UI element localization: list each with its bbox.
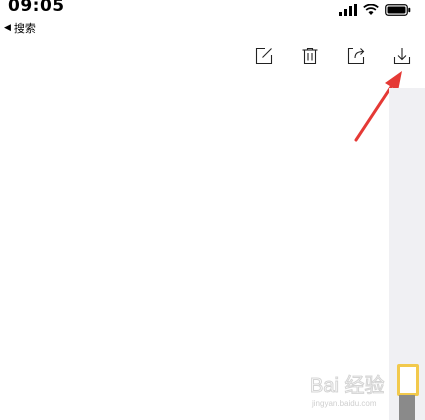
back-triangle-icon: ◀	[4, 23, 11, 33]
edit-icon	[255, 47, 273, 65]
toolbar	[0, 44, 425, 72]
trash-icon	[302, 47, 318, 65]
signal-icon	[339, 4, 357, 16]
scroll-thumb[interactable]	[397, 364, 419, 396]
edit-button[interactable]	[252, 44, 276, 68]
share-icon	[347, 47, 365, 65]
share-button[interactable]	[344, 44, 368, 68]
wifi-icon	[363, 4, 379, 15]
battery-icon	[385, 4, 411, 16]
status-icons	[339, 4, 411, 16]
status-bar: 09:05 ◀ 搜索	[0, 0, 425, 40]
watermark-text: Bai 经验	[310, 374, 384, 397]
download-icon	[393, 48, 411, 65]
status-time: 09:05	[8, 0, 65, 16]
download-button[interactable]	[390, 44, 414, 68]
scroll-thumb-stem	[399, 395, 415, 420]
watermark-subtext: jingyan.baidu.com	[311, 399, 377, 408]
back-to-search-link[interactable]: ◀ 搜索	[4, 20, 36, 36]
watermark: Bai 经验 jingyan.baidu.com	[310, 374, 385, 409]
delete-button[interactable]	[298, 44, 322, 68]
back-label: 搜索	[13, 22, 36, 35]
